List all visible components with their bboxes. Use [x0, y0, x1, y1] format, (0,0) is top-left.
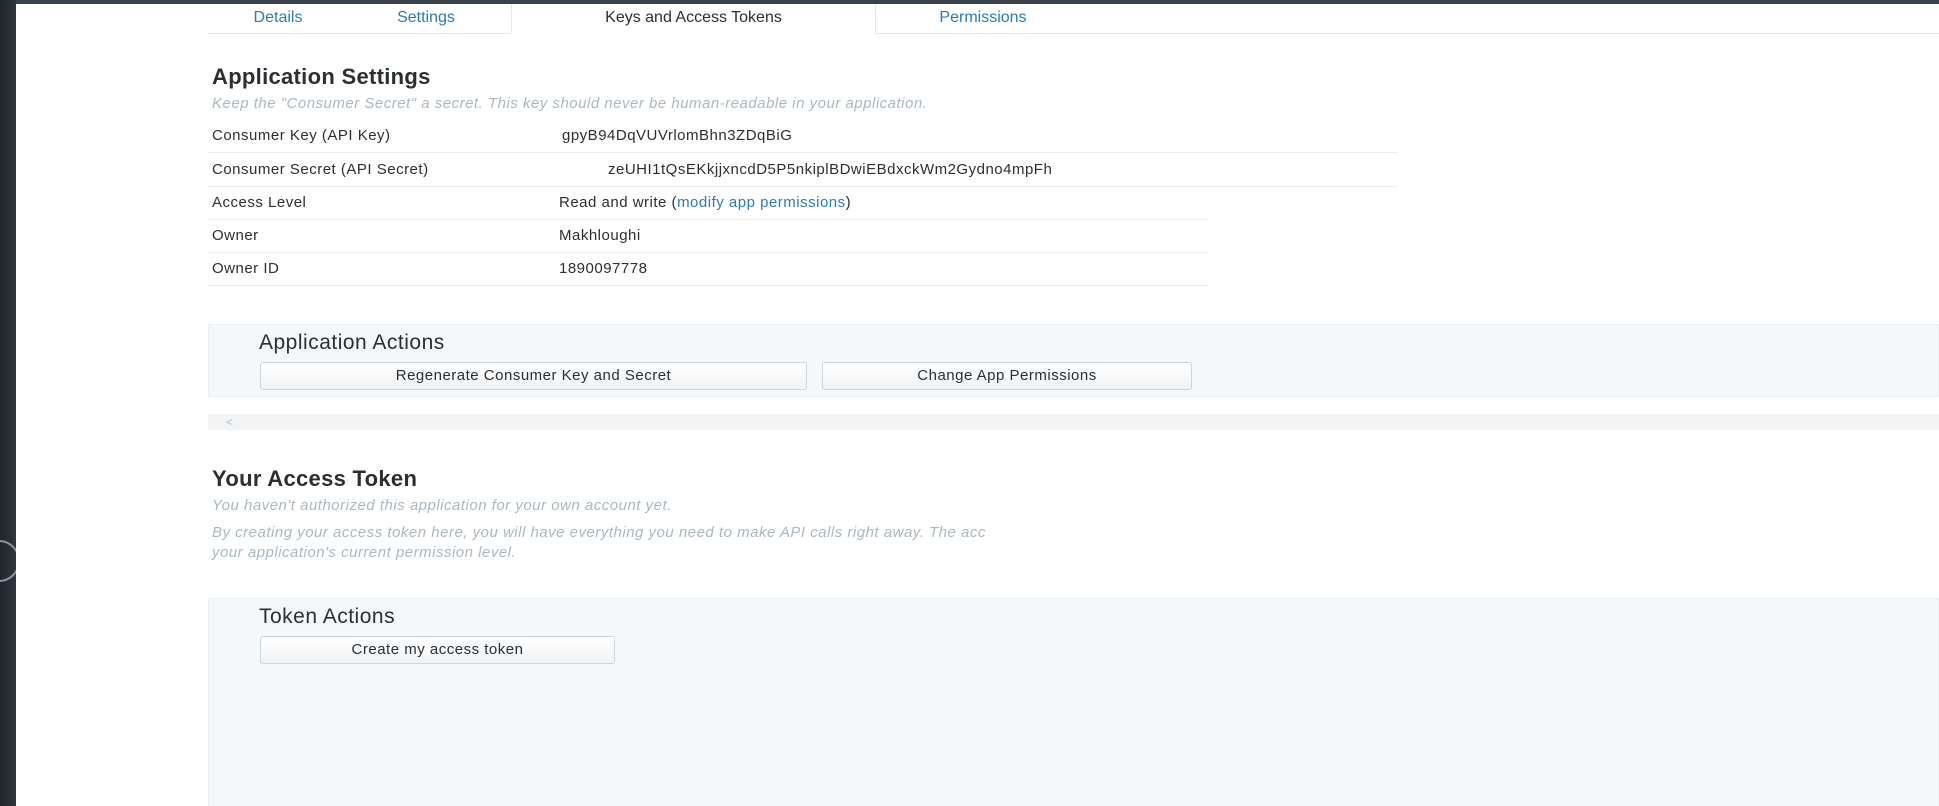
access-level-row: Access Level Read and write (modify app … [208, 186, 1208, 220]
tab-details[interactable]: Details [228, 4, 328, 33]
your-access-token-title: Your Access Token [212, 466, 418, 491]
consumer-secret-value: zeUHI1tQsEKkjjxncdD5P5nkiplBDwiEBdxckWm2… [608, 161, 1053, 178]
consumer-key-row: Consumer Key (API Key) gpyB94DqVUVrlomBh… [208, 119, 1398, 153]
page-content: Details Settings Keys and Access Tokens … [16, 4, 1939, 806]
owner-value: Makhloughi [559, 227, 641, 244]
consumer-secret-row: Consumer Secret (API Secret) zeUHI1tQsEK… [208, 153, 1398, 187]
consumer-secret-note: Keep the "Consumer Secret" a secret. Thi… [212, 95, 928, 112]
window-frame-left [0, 0, 16, 806]
owner-id-row: Owner ID 1890097778 [208, 252, 1208, 286]
create-access-token-button[interactable]: Create my access token [260, 636, 615, 664]
access-level-text: Read and write ( [559, 194, 678, 211]
owner-label: Owner [212, 227, 259, 244]
horizontal-scrollbar[interactable]: < [208, 414, 1939, 430]
application-actions-panel: Application Actions Regenerate Consumer … [208, 324, 1939, 397]
application-settings-title: Application Settings [212, 64, 431, 89]
access-level-label: Access Level [212, 194, 307, 211]
access-token-description-line1: By creating your access token here, you … [212, 524, 986, 541]
application-actions-title: Application Actions [259, 331, 445, 354]
access-token-description-line2: your application's current permission le… [212, 544, 517, 561]
tab-bar: Details Settings Keys and Access Tokens … [208, 4, 1939, 34]
not-authorized-note: You haven't authorized this application … [212, 497, 672, 514]
consumer-key-label: Consumer Key (API Key) [212, 127, 391, 144]
owner-id-label: Owner ID [212, 260, 280, 277]
access-level-value: Read and write (modify app permissions) [559, 194, 851, 211]
owner-id-value: 1890097778 [559, 260, 648, 277]
token-actions-title: Token Actions [259, 605, 396, 628]
tab-keys-and-access-tokens[interactable]: Keys and Access Tokens [511, 4, 876, 34]
tab-permissions[interactable]: Permissions [898, 4, 1068, 33]
owner-row: Owner Makhloughi [208, 219, 1208, 253]
regenerate-consumer-key-button[interactable]: Regenerate Consumer Key and Secret [260, 362, 807, 390]
change-app-permissions-button[interactable]: Change App Permissions [822, 362, 1192, 390]
access-level-suffix: ) [845, 194, 852, 211]
consumer-key-value: gpyB94DqVUVrlomBhn3ZDqBiG [562, 127, 793, 144]
token-actions-panel: Token Actions Create my access token [208, 598, 1939, 806]
modify-app-permissions-link[interactable]: modify app permissions [677, 194, 846, 211]
tab-settings[interactable]: Settings [366, 4, 486, 33]
consumer-secret-label: Consumer Secret (API Secret) [212, 161, 429, 178]
scroll-left-icon[interactable]: < [226, 414, 233, 430]
